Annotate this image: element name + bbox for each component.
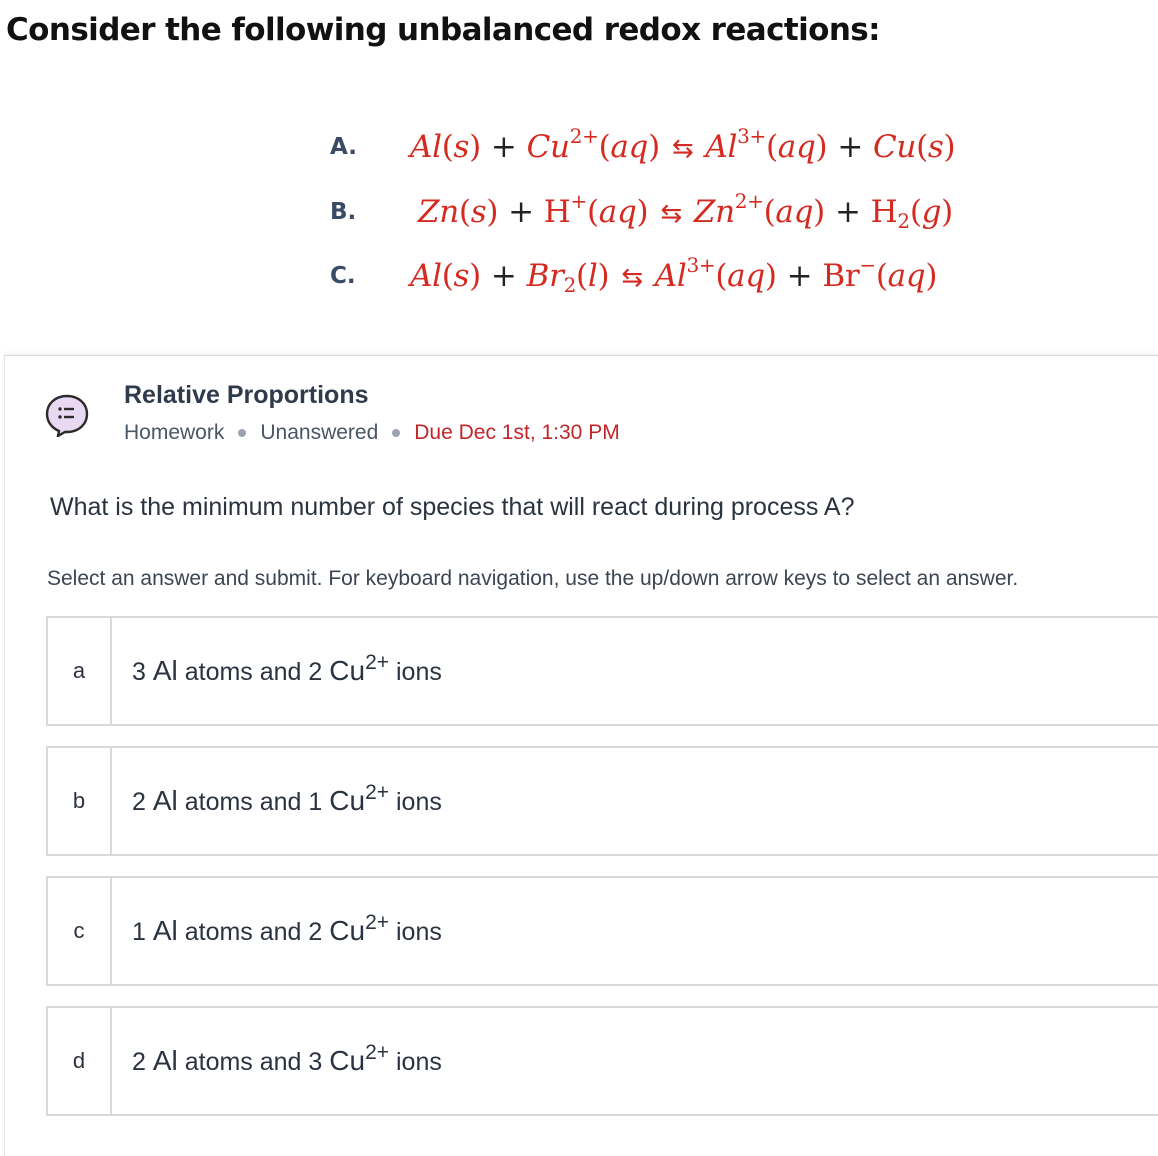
species-cu-solid: Cu(s) [873, 129, 956, 165]
separator-dot [238, 429, 247, 437]
equilibrium-arrow-icon: ⇆ [671, 134, 694, 164]
reaction-equation: Zn(s) + H+(aq) ⇆ Zn2+(aq) + H2(g) [418, 189, 954, 233]
answer-option-a[interactable]: a 3 Al atoms and 2 Cu2+ ions [46, 616, 1158, 726]
question-meta: Homework Unanswered Due Dec 1st, 1:30 PM [124, 421, 620, 445]
question-bubble-icon [45, 394, 89, 437]
separator-dot [392, 429, 401, 437]
option-letter: d [48, 1008, 112, 1114]
due-date: Due Dec 1st, 1:30 PM [414, 421, 620, 444]
option-letter: c [48, 878, 112, 984]
species-zn-solid: Zn(s) [418, 194, 499, 230]
instructions-text: Select an answer and submit. For keyboar… [47, 567, 1019, 590]
answer-option-b[interactable]: b 2 Al atoms and 1 Cu2+ ions [46, 746, 1158, 856]
species-br2-liquid: Br2(l) [526, 258, 610, 297]
question-title: Relative Proportions [124, 381, 369, 409]
species-zn-ion: Zn2+(aq) [693, 189, 825, 230]
answer-option-c[interactable]: c 1 Al atoms and 2 Cu2+ ions [46, 876, 1158, 986]
option-text: 1 Al atoms and 2 Cu2+ ions [132, 911, 442, 946]
plus-sign: + [834, 194, 861, 230]
species-br-ion: Br−(aq) [822, 253, 938, 294]
reaction-label: B. [330, 199, 357, 225]
equilibrium-arrow-icon: ⇆ [621, 263, 643, 293]
reaction-b: B. Zn(s) + H+(aq) ⇆ Zn2+(aq) + H2(g) [330, 182, 953, 242]
intro-heading: Consider the following unbalanced redox … [6, 12, 881, 48]
reaction-equation: Al(s) + Br2(l) ⇆ Al3+(aq) + Br−(aq) [410, 253, 938, 297]
species-h2-gas: H2(g) [870, 194, 954, 233]
assignment-type: Homework [124, 421, 225, 444]
plus-sign: + [508, 194, 534, 230]
option-letter: a [48, 618, 112, 724]
equilibrium-arrow-icon: ⇆ [660, 199, 682, 229]
answer-option-d[interactable]: d 2 Al atoms and 3 Cu2+ ions [46, 1006, 1158, 1116]
reaction-equation: Al(s) + Cu2+(aq) ⇆ Al3+(aq) + Cu(s) [410, 124, 956, 165]
plus-sign: + [837, 129, 864, 165]
species-al-solid: Al(s) [410, 258, 481, 294]
option-text: 3 Al atoms and 2 Cu2+ ions [132, 651, 442, 686]
plus-sign: + [490, 129, 517, 165]
species-al-ion: Al3+(aq) [705, 124, 828, 165]
species-cu-ion: Cu2+(aq) [526, 124, 661, 165]
species-al-ion: Al3+(aq) [654, 253, 777, 294]
option-text: 2 Al atoms and 1 Cu2+ ions [132, 781, 442, 816]
species-h-ion: H+(aq) [543, 189, 649, 230]
option-text: 2 Al atoms and 3 Cu2+ ions [132, 1041, 442, 1076]
reaction-label: C. [330, 263, 356, 289]
reaction-c: C. Al(s) + Br2(l) ⇆ Al3+(aq) + Br−(aq) [330, 246, 937, 306]
answer-status: Unanswered [260, 421, 379, 444]
option-letter: b [48, 748, 112, 854]
question-text: What is the minimum number of species th… [50, 493, 855, 521]
reaction-label: A. [330, 134, 357, 160]
reaction-a: A. Al(s) + Cu2+(aq) ⇆ Al3+(aq) + Cu(s) [330, 117, 956, 177]
species-al-solid: Al(s) [410, 129, 481, 165]
plus-sign: + [786, 258, 813, 294]
plus-sign: + [490, 258, 517, 294]
